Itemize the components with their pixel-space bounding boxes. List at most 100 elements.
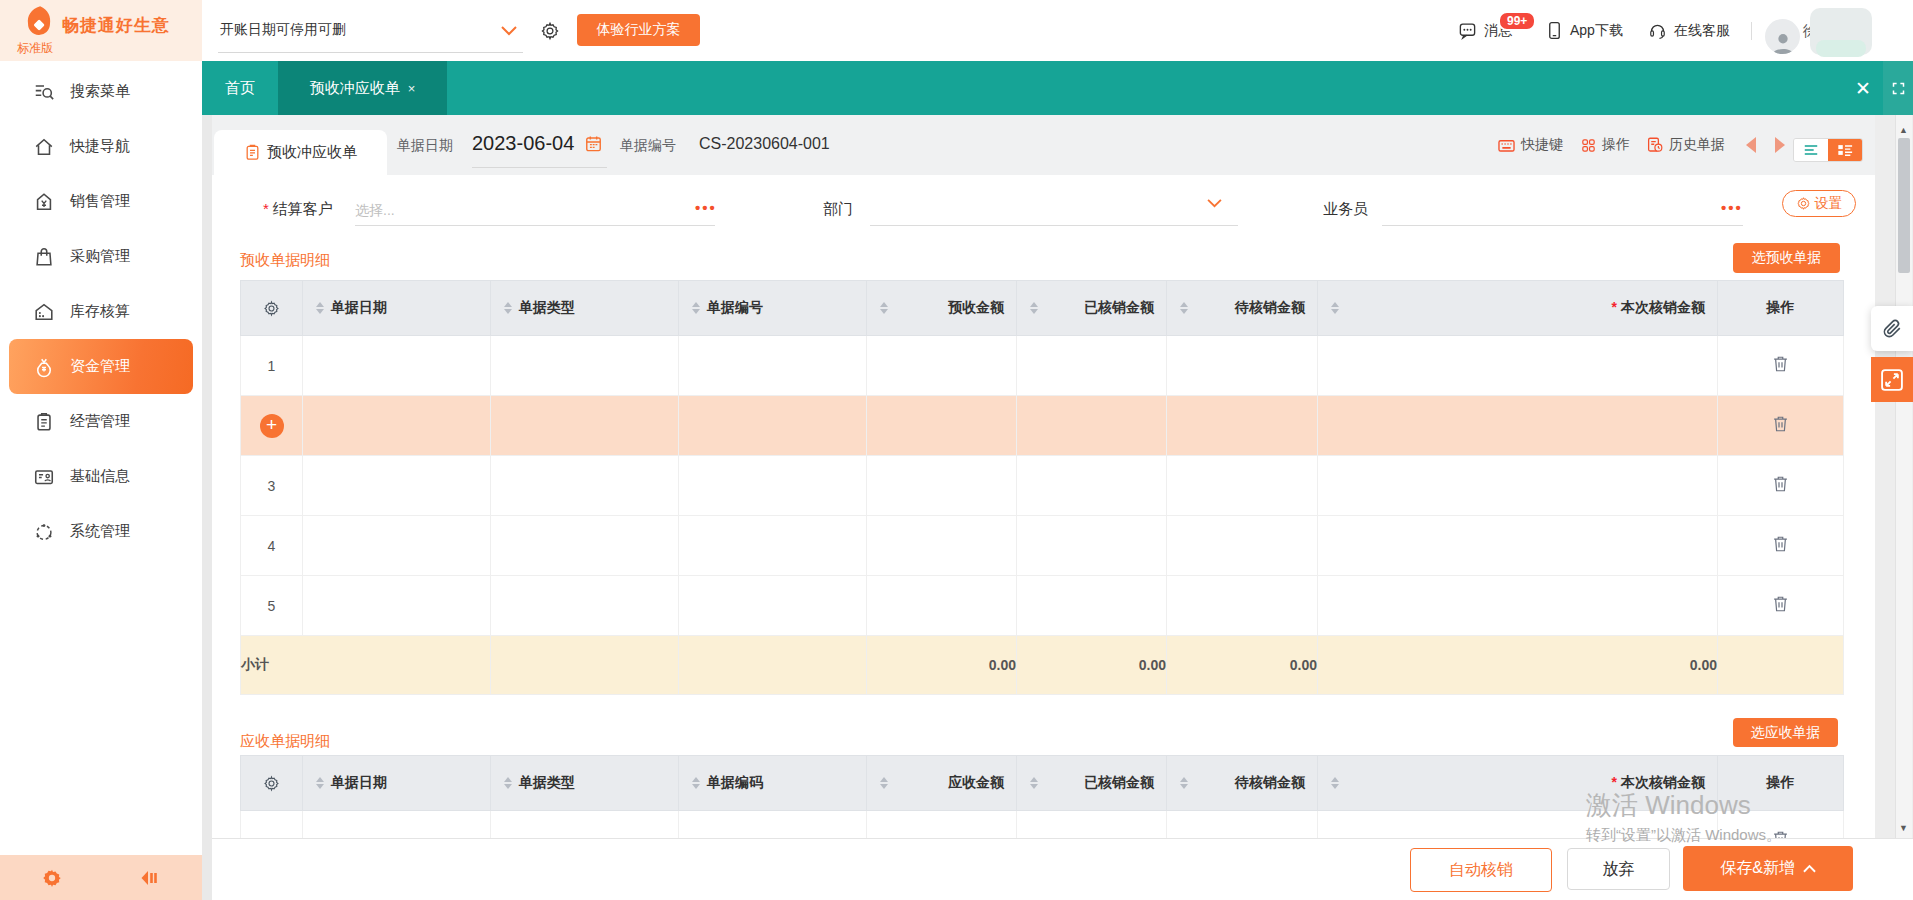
scroll-up-icon[interactable]: ▲ bbox=[1899, 125, 1908, 135]
history-button[interactable]: 历史单据 bbox=[1646, 115, 1725, 175]
sidebar-item-funds[interactable]: 资金管理 bbox=[9, 339, 193, 394]
table-cell[interactable] bbox=[1318, 576, 1718, 636]
table-cell[interactable] bbox=[303, 396, 491, 456]
sidebar-item-home[interactable]: 快捷导航 bbox=[0, 119, 202, 174]
sidebar-item-operations[interactable]: 经营管理 bbox=[0, 394, 202, 449]
column-header[interactable]: *本次核销金额 bbox=[1318, 756, 1718, 811]
delete-row-button[interactable] bbox=[1718, 336, 1844, 396]
sort-icon[interactable] bbox=[1030, 777, 1038, 789]
app-download-button[interactable]: App下载 bbox=[1546, 0, 1623, 61]
sort-icon[interactable] bbox=[692, 777, 700, 789]
table-cell[interactable] bbox=[1167, 396, 1318, 456]
table-cell[interactable] bbox=[1318, 811, 1718, 839]
sidebar-item-system[interactable]: 系统管理 bbox=[0, 504, 202, 559]
table-cell[interactable] bbox=[1017, 456, 1167, 516]
table-cell[interactable] bbox=[491, 576, 679, 636]
save-and-new-button[interactable]: 保存&新增 bbox=[1683, 846, 1853, 891]
table-cell[interactable] bbox=[679, 576, 867, 636]
column-header[interactable]: 已核销金额 bbox=[1017, 756, 1167, 811]
calendar-icon[interactable] bbox=[584, 134, 603, 153]
delete-row-button[interactable] bbox=[1718, 516, 1844, 576]
table-cell[interactable] bbox=[679, 456, 867, 516]
next-arrow[interactable] bbox=[1775, 137, 1785, 153]
support-button[interactable]: 在线客服 bbox=[1648, 0, 1730, 61]
document-tab[interactable]: 预收冲应收单 bbox=[214, 130, 387, 175]
delete-row-button[interactable] bbox=[1718, 456, 1844, 516]
sort-icon[interactable] bbox=[1331, 777, 1339, 789]
sort-icon[interactable] bbox=[880, 777, 888, 789]
scrollbar-thumb[interactable] bbox=[1898, 138, 1910, 273]
attachment-button[interactable] bbox=[1871, 306, 1913, 351]
column-header[interactable]: 单据日期 bbox=[303, 281, 491, 336]
table-cell[interactable] bbox=[1017, 516, 1167, 576]
auto-writeoff-button[interactable]: 自动核销 bbox=[1410, 848, 1552, 892]
table-cell[interactable] bbox=[491, 336, 679, 396]
chevron-down-icon[interactable] bbox=[500, 25, 518, 37]
sidebar-item-purchase[interactable]: 采购管理 bbox=[0, 229, 202, 284]
table-cell[interactable] bbox=[491, 516, 679, 576]
table-cell[interactable] bbox=[1167, 336, 1318, 396]
table-cell[interactable] bbox=[1318, 336, 1718, 396]
scroll-down-icon[interactable]: ▼ bbox=[1899, 823, 1908, 833]
expand-button[interactable] bbox=[1871, 357, 1913, 402]
column-header[interactable]: 已核销金额 bbox=[1017, 281, 1167, 336]
table-cell[interactable] bbox=[679, 811, 867, 839]
column-header[interactable]: *本次核销金额 bbox=[1318, 281, 1718, 336]
table-cell[interactable] bbox=[303, 456, 491, 516]
table-cell[interactable] bbox=[491, 396, 679, 456]
sort-icon[interactable] bbox=[692, 302, 700, 314]
column-header[interactable]: 操作 bbox=[1718, 281, 1844, 336]
prev-arrow[interactable] bbox=[1746, 137, 1756, 153]
sidebar-item-basicinfo[interactable]: 基础信息 bbox=[0, 449, 202, 504]
sidebar-item-inventory[interactable]: 库存核算 bbox=[0, 284, 202, 339]
sort-icon[interactable] bbox=[1331, 302, 1339, 314]
column-header[interactable]: 单据编号 bbox=[679, 281, 867, 336]
sort-icon[interactable] bbox=[504, 302, 512, 314]
salesman-more-icon[interactable]: ••• bbox=[1721, 199, 1743, 216]
column-header[interactable]: 单据类型 bbox=[491, 756, 679, 811]
column-header[interactable]: 待核销金额 bbox=[1167, 756, 1318, 811]
sidebar-item-search-menu[interactable]: 搜索菜单 bbox=[0, 64, 202, 119]
fullscreen-icon[interactable] bbox=[1883, 61, 1913, 115]
table-cell[interactable] bbox=[491, 456, 679, 516]
table-cell[interactable] bbox=[1017, 576, 1167, 636]
table-cell[interactable] bbox=[1318, 516, 1718, 576]
table-cell[interactable] bbox=[1017, 811, 1167, 839]
table-cell[interactable] bbox=[867, 811, 1017, 839]
table-cell[interactable] bbox=[303, 516, 491, 576]
actions-button[interactable]: 操作 bbox=[1580, 115, 1630, 175]
discard-button[interactable]: 放弃 bbox=[1567, 848, 1670, 890]
table-cell[interactable] bbox=[679, 396, 867, 456]
delete-row-button[interactable] bbox=[1718, 576, 1844, 636]
column-header[interactable]: 单据编码 bbox=[679, 756, 867, 811]
date-value[interactable]: 2023-06-04 bbox=[472, 132, 574, 155]
table-cell[interactable] bbox=[867, 336, 1017, 396]
sort-icon[interactable] bbox=[1180, 302, 1188, 314]
table-cell[interactable] bbox=[303, 811, 491, 839]
column-header[interactable]: 单据类型 bbox=[491, 281, 679, 336]
table-cell[interactable] bbox=[679, 516, 867, 576]
add-row-button[interactable]: + bbox=[260, 414, 284, 438]
table-cell[interactable] bbox=[1167, 516, 1318, 576]
column-settings[interactable] bbox=[241, 756, 303, 811]
sort-icon[interactable] bbox=[316, 302, 324, 314]
table-cell[interactable] bbox=[867, 516, 1017, 576]
column-header[interactable]: 操作 bbox=[1718, 756, 1844, 811]
sort-icon[interactable] bbox=[880, 302, 888, 314]
table-cell[interactable] bbox=[491, 811, 679, 839]
delete-row-button[interactable] bbox=[1718, 811, 1844, 839]
customer-input[interactable]: 选择... bbox=[355, 202, 395, 220]
avatar[interactable] bbox=[1765, 19, 1800, 54]
card-view-button[interactable] bbox=[1828, 139, 1862, 161]
delete-row-button[interactable] bbox=[1718, 396, 1844, 456]
table-cell[interactable] bbox=[1167, 576, 1318, 636]
period-dropdown[interactable]: 开账日期可停用可删 bbox=[220, 21, 346, 39]
select-prepaid-button[interactable]: 选预收单据 bbox=[1733, 243, 1840, 273]
collapse-sidebar-icon[interactable] bbox=[138, 868, 162, 888]
tab-current[interactable]: 预收冲应收单 × bbox=[278, 61, 447, 115]
shortcut-keys-button[interactable]: 快捷键 bbox=[1497, 115, 1563, 175]
column-header[interactable]: 应收金额 bbox=[867, 756, 1017, 811]
select-receivable-button[interactable]: 选应收单据 bbox=[1733, 718, 1838, 747]
list-view-button[interactable] bbox=[1794, 139, 1828, 161]
close-icon[interactable]: ✕ bbox=[1842, 61, 1884, 115]
